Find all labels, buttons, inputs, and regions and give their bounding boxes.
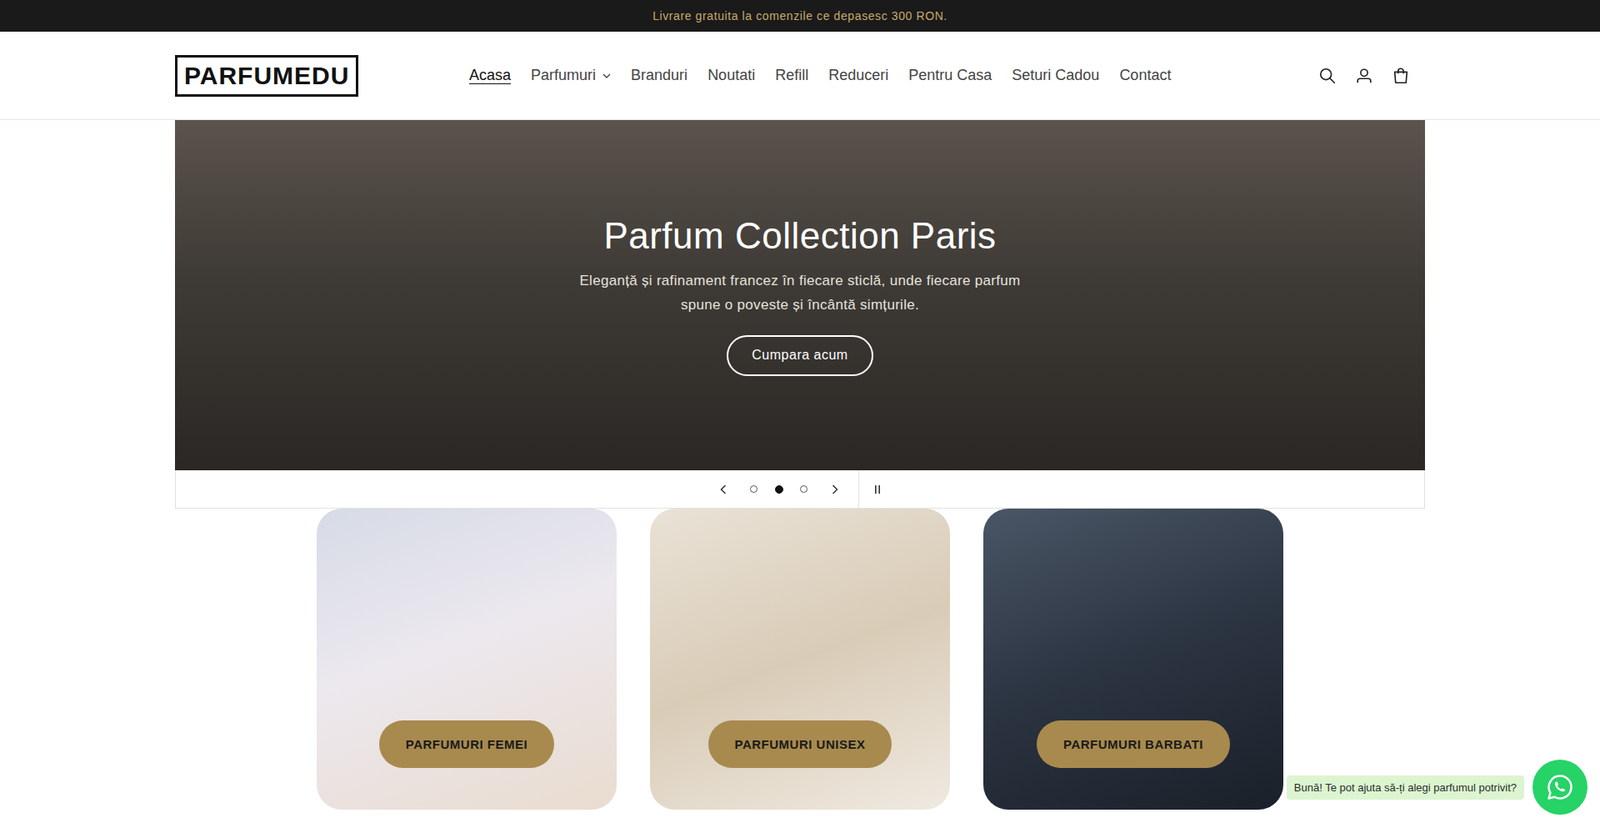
nav-item[interactable]: Pentru Casa: [908, 66, 992, 85]
search-button[interactable]: [1315, 63, 1340, 89]
category-cards: PARFUMURI FEMEI PARFUMURI UNISEX PARFUMURI…: [0, 508, 1600, 810]
slide-dot[interactable]: [741, 470, 767, 508]
whatsapp-chat: Bună! Te pot ajuta să-ți alegi parfumul …: [1286, 759, 1588, 815]
nav-item[interactable]: Acasa: [469, 66, 511, 85]
page: Livrare gratuita la comenzile ce depases…: [0, 0, 1600, 828]
nav-item[interactable]: Seturi Cadou: [1011, 66, 1100, 85]
pause-icon: [873, 484, 882, 495]
chevron-left-icon: [720, 484, 727, 495]
chevron-right-icon: [831, 484, 839, 495]
slide-dot[interactable]: [791, 470, 817, 508]
hero-slider: Parfum Collection Paris Eleganță și rafin…: [175, 120, 1425, 509]
nav-item[interactable]: Reduceri: [828, 66, 889, 85]
next-slide-button[interactable]: [816, 470, 854, 508]
category-card[interactable]: PARFUMURI FEMEI: [316, 508, 617, 810]
shop-now-button[interactable]: Cumpara acum: [726, 335, 873, 376]
hero-title: Parfum Collection Paris: [603, 215, 996, 257]
category-card[interactable]: PARFUMURI BARBATI: [983, 508, 1284, 810]
announcement-text: Livrare gratuita la comenzile ce depases…: [652, 9, 948, 23]
chevron-down-icon: [602, 73, 611, 79]
header: PARFUMEDU Acasa Parfumuri Branduri Noutati Re…: [0, 31, 1600, 120]
category-card[interactable]: PARFUMURI UNISEX: [650, 508, 950, 810]
nav-item[interactable]: Noutati: [707, 66, 755, 85]
category-button[interactable]: PARFUMURI BARBATI: [1036, 720, 1230, 768]
nav-item[interactable]: Branduri: [630, 66, 688, 85]
header-icons: [1315, 63, 1425, 89]
nav-item[interactable]: Refill: [775, 66, 809, 85]
dot-icon: [775, 485, 784, 494]
logo[interactable]: PARFUMEDU: [175, 55, 359, 97]
slider-controls: [175, 470, 1425, 509]
hero-banner: Parfum Collection Paris Eleganță și rafin…: [175, 120, 1425, 470]
dot-icon: [750, 485, 758, 493]
whatsapp-icon: [1545, 771, 1575, 802]
previous-slide-button[interactable]: [705, 470, 742, 508]
slide-dot[interactable]: [766, 470, 792, 508]
account-button[interactable]: [1351, 63, 1377, 89]
nav-item[interactable]: Parfumuri: [530, 66, 611, 85]
category-button[interactable]: PARFUMURI FEMEI: [379, 720, 555, 768]
chat-bubble: Bună! Te pot ajuta să-ți alegi parfumul …: [1286, 775, 1525, 800]
whatsapp-button[interactable]: [1532, 759, 1588, 815]
dot-icon: [800, 485, 808, 493]
nav-item[interactable]: Contact: [1119, 66, 1171, 85]
search-icon: [1318, 66, 1337, 85]
cart-button[interactable]: [1388, 63, 1414, 89]
hero-subtitle: Eleganță și rafinament francez în fiecar…: [566, 268, 1034, 317]
shopping-bag-icon: [1391, 66, 1410, 85]
autoplay-button[interactable]: [859, 470, 896, 508]
category-button[interactable]: PARFUMURI UNISEX: [708, 720, 893, 768]
main-nav: Acasa Parfumuri Branduri Noutati Refill Reduc…: [358, 66, 1315, 85]
hero-content: Parfum Collection Paris Eleganță și rafin…: [566, 215, 1034, 376]
user-icon: [1355, 66, 1374, 85]
announcement-bar: Livrare gratuita la comenzile ce depases…: [0, 0, 1600, 32]
